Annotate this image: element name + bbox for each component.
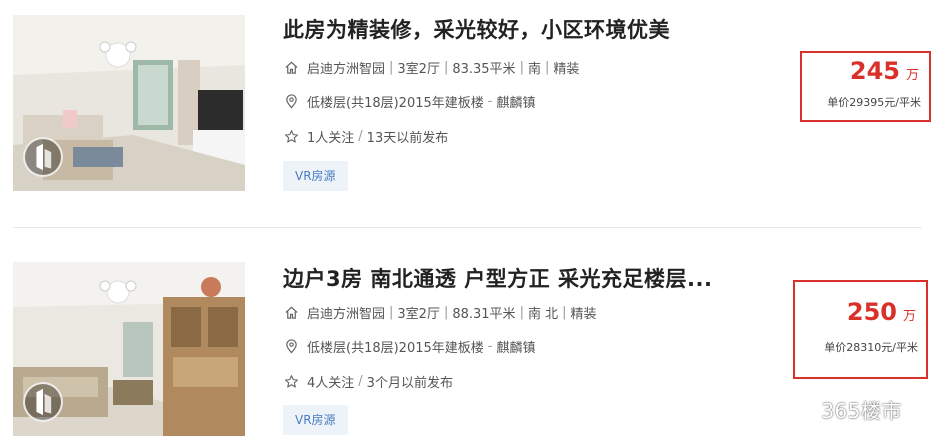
house-icon [283,305,299,321]
separator: | [519,60,524,75]
listing-photo[interactable] [13,15,245,191]
layout-value: 3室2厅 [397,62,440,77]
district-link[interactable]: 麒麟镇 [496,92,535,111]
publish-time: 13天以前发布 [366,131,449,146]
location-info: 低楼层(共18层)2015年建板楼 - 麒麟镇 [283,337,536,356]
floor-value: 低楼层(共18层)2015年建板楼 [307,96,484,111]
separator: | [443,305,449,320]
price-box: 250 万 单价28310元/平米 [793,280,928,379]
separator: / [358,374,363,389]
layout-value: 3室2厅 [397,307,440,322]
decoration-value: 精装 [570,307,597,322]
area-value: 83.35平米 [452,62,516,77]
house-icon [283,60,299,76]
listing-title[interactable]: 边户3房 南北通透 户型方正 采光充足楼层... [283,263,712,293]
separator: - [487,339,493,354]
listing-photo[interactable] [13,262,245,436]
total-price-value: 250 [846,298,897,326]
location-info: 低楼层(共18层)2015年建板楼 - 麒麟镇 [283,92,536,111]
district-link[interactable]: 麒麟镇 [496,337,535,356]
community-link[interactable]: 启迪方洲智园 [307,58,385,77]
watermark: 365楼市 [785,395,902,424]
total-price-unit: 万 [902,309,916,324]
separator: | [562,305,567,320]
decoration-value: 精装 [553,62,580,77]
separator: | [389,60,394,75]
separator: | [389,305,394,320]
community-link[interactable]: 启迪方洲智园 [307,303,385,322]
publish-time: 3个月以前发布 [366,376,453,391]
watermark-text: 365楼市 [821,399,902,423]
separator: / [358,129,363,144]
location-pin-icon [283,94,299,110]
divider [13,227,922,228]
listing-title[interactable]: 此房为精装修，采光较好，小区环境优美 [283,14,670,44]
total-price-value: 245 [849,57,900,85]
orientation-value: 南 [527,62,541,77]
vr-listing-tag[interactable]: VR房源 [283,405,348,435]
unit-price: 单价28310元/平米 [824,341,918,354]
location-pin-icon [283,339,299,355]
followers-count: 1人关注 [307,131,355,146]
area-value: 88.31平米 [452,307,516,322]
follow-info: 1人关注 / 13天以前发布 [283,127,448,146]
separator: | [519,305,524,320]
house-info: 启迪方洲智园 | 3室2厅 | 88.31平米 | 南 北 | 精装 [283,303,597,322]
total-price-unit: 万 [905,68,919,83]
separator: | [443,60,449,75]
vr-icon [23,137,63,177]
listing-card: 此房为精装修，采光较好，小区环境优美 启迪方洲智园 | 3室2厅 | 83.35… [0,0,932,228]
vr-icon [23,382,63,422]
followers-count: 4人关注 [307,376,355,391]
orientation-value: 南 北 [527,307,559,322]
total-price: 250 万 [847,298,916,326]
separator: | [544,60,550,75]
star-icon [283,129,299,145]
follow-info: 4人关注 / 3个月以前发布 [283,372,453,391]
price-box: 245 万 单价29395元/平米 [800,51,931,122]
unit-price: 单价29395元/平米 [827,96,921,109]
floor-value: 低楼层(共18层)2015年建板楼 [307,341,484,356]
vr-listing-tag[interactable]: VR房源 [283,161,348,191]
separator: - [487,94,493,109]
total-price: 245 万 [850,57,919,85]
wechat-icon [786,398,815,420]
house-info: 启迪方洲智园 | 3室2厅 | 83.35平米 | 南 | 精装 [283,58,579,77]
star-icon [283,374,299,390]
